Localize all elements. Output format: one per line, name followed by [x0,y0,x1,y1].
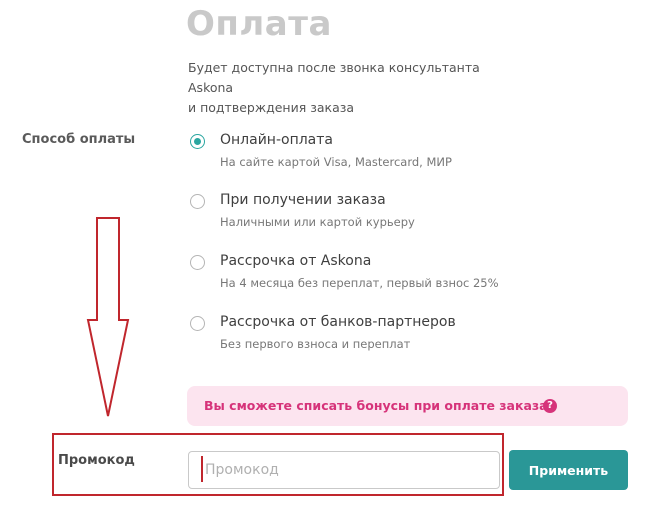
option-description: На 4 месяца без переплат, первый взнос 2… [220,276,499,290]
promo-label: Промокод [58,453,135,468]
option-description: На сайте картой Visa, Mastercard, МИР [220,155,452,169]
payment-note-line-2: и подтверждения заказа [188,100,355,115]
option-label: Онлайн-оплата [220,132,333,148]
bonus-notice-text: Вы сможете списать бонусы при оплате зак… [204,398,548,413]
payment-option-bank-installment[interactable]: Рассрочка от банков-партнеров Без первог… [190,314,610,359]
apply-promo-button[interactable]: Применить [509,450,628,490]
question-circle-icon[interactable]: ? [543,399,557,413]
payment-note: Будет доступна после звонка консультанта… [188,58,528,118]
bonus-notice: Вы сможете списать бонусы при оплате зак… [187,386,628,426]
payment-option-online[interactable]: Онлайн-оплата На сайте картой Visa, Mast… [190,132,610,177]
option-description: Наличными или картой курьеру [220,215,415,229]
radio-on-delivery[interactable] [190,194,205,209]
page-title: Оплата [186,4,332,44]
radio-online[interactable] [190,134,205,149]
option-label: Рассрочка от банков-партнеров [220,314,456,330]
option-label: При получении заказа [220,192,386,208]
promo-input[interactable] [188,451,500,489]
payment-note-line-1: Будет доступна после звонка консультанта… [188,60,480,95]
option-description: Без первого взноса и переплат [220,337,411,351]
option-label: Рассрочка от Askona [220,253,372,269]
payment-method-label: Способ оплаты [22,132,136,147]
radio-bank-installment[interactable] [190,316,205,331]
radio-askona-installment[interactable] [190,255,205,270]
radio-selected-dot [193,137,201,145]
payment-option-askona-installment[interactable]: Рассрочка от Askona На 4 месяца без пере… [190,253,610,298]
text-cursor [201,456,203,482]
arrow-down-outline-icon [86,217,130,417]
payment-option-on-delivery[interactable]: При получении заказа Наличными или карто… [190,192,610,237]
